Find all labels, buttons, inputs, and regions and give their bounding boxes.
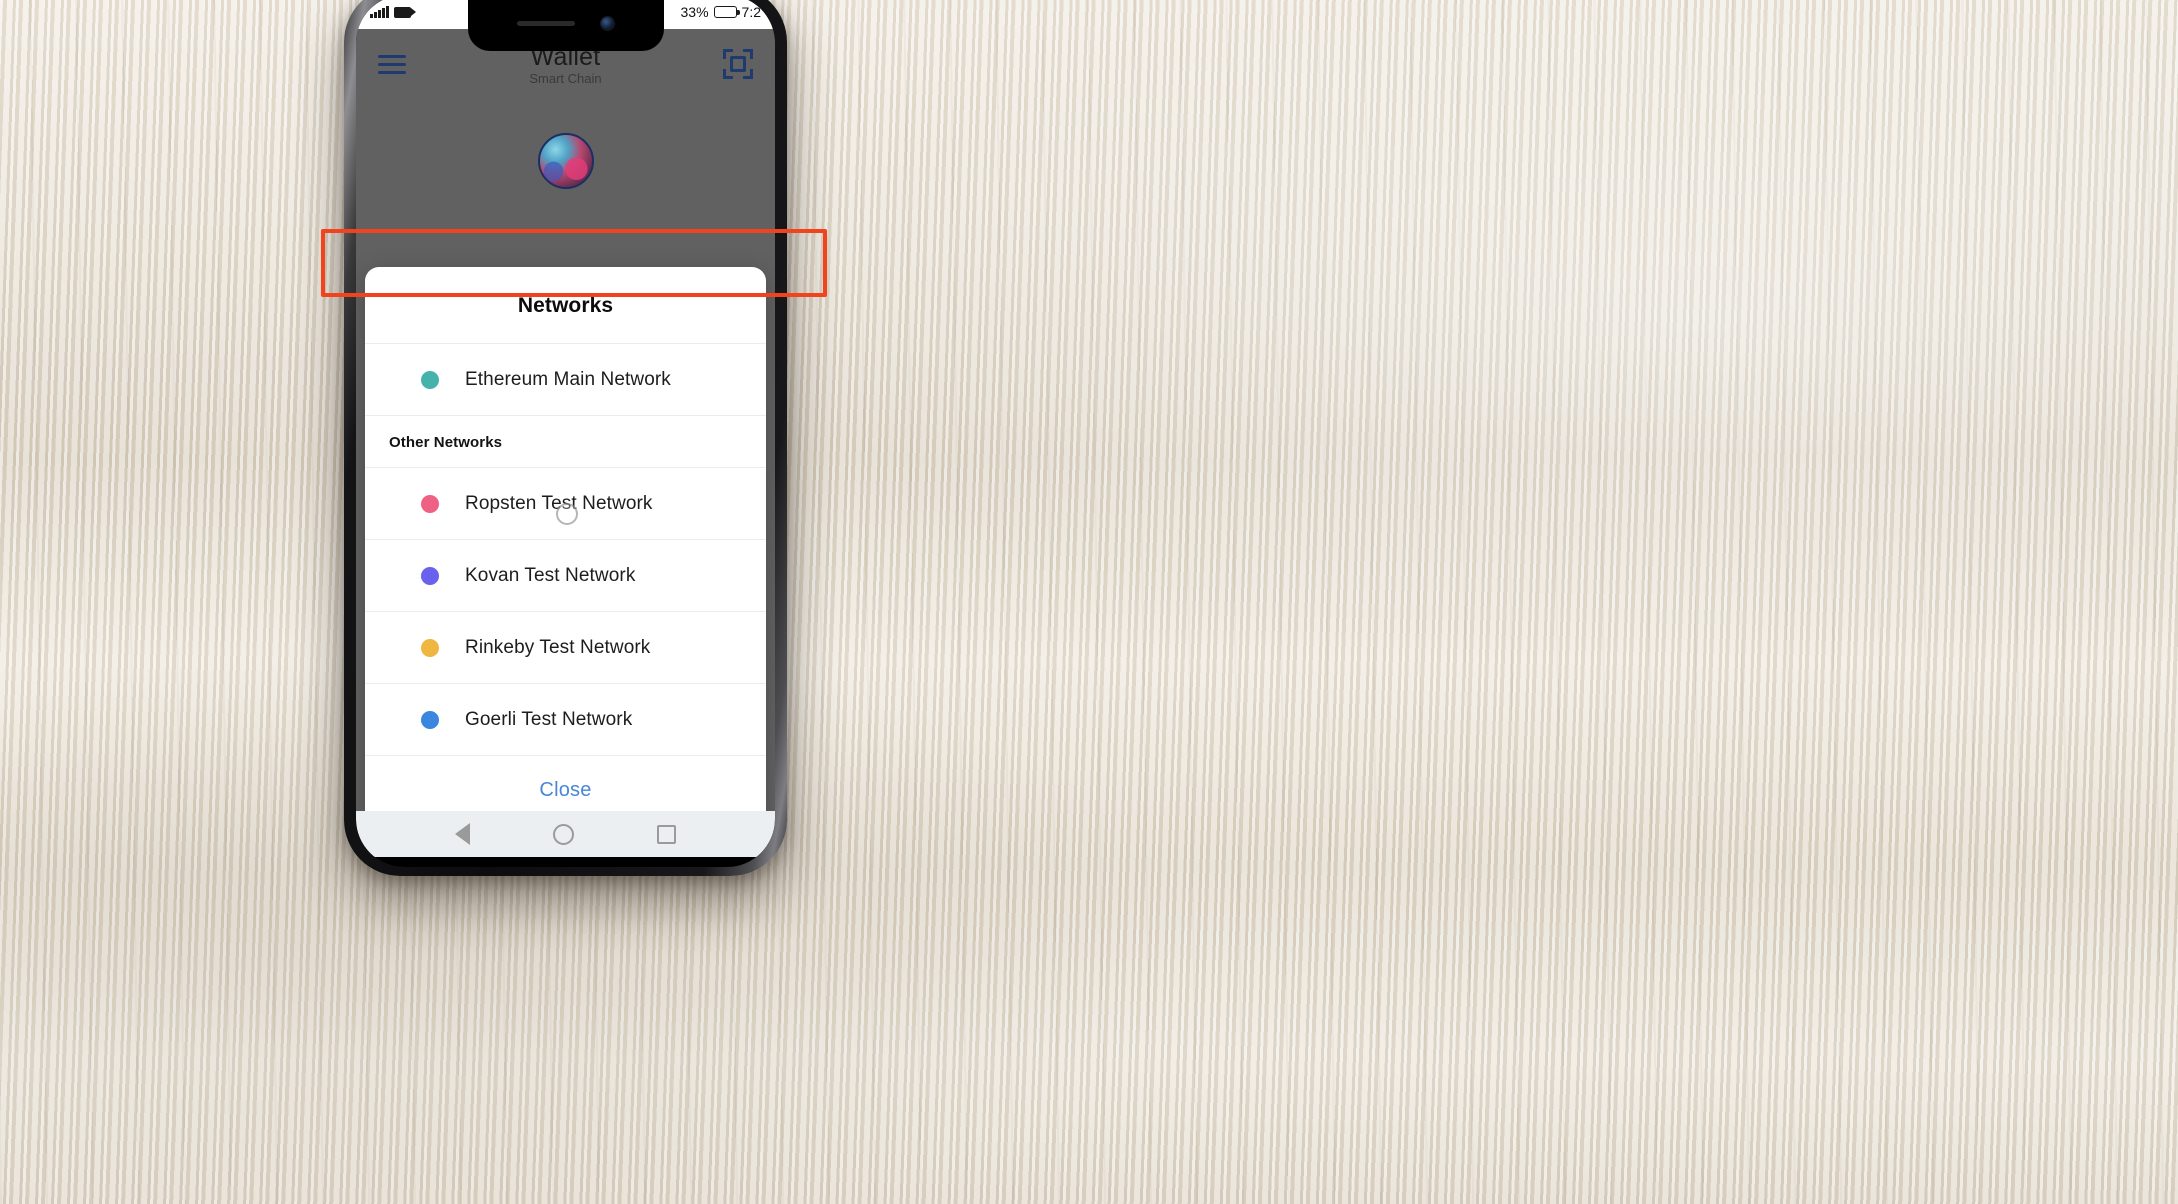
network-label: Ropsten Test Network (465, 492, 653, 514)
page-subtitle: Smart Chain (529, 70, 602, 86)
network-label: Rinkeby Test Network (465, 636, 651, 658)
network-label: Ethereum Main Network (465, 368, 671, 390)
section-header-other-networks: Other Networks (389, 434, 503, 451)
network-row-kovan[interactable]: Kovan Test Network (365, 540, 766, 611)
network-dot-icon (421, 370, 439, 389)
network-row-goerli[interactable]: Goerli Test Network (365, 684, 766, 755)
qr-scan-icon[interactable] (723, 49, 753, 79)
network-label: Goerli Test Network (465, 708, 633, 730)
video-camera-icon (393, 6, 416, 18)
network-label: Kovan Test Network (465, 564, 636, 586)
phone-screen-bezel: 33% 7:2 Wallet Smart Chain Networks Ethe… (356, 0, 775, 867)
square-recents-icon[interactable] (656, 824, 676, 844)
wallet-content-area: Networks Ethereum Main Network Other Net… (356, 99, 775, 811)
modal-title: Networks (517, 294, 614, 317)
screen-bottom-bezel (356, 857, 775, 867)
clock-label: 7:2 (741, 4, 761, 20)
signal-bars-icon (370, 6, 389, 18)
network-dot-icon (421, 566, 439, 585)
circle-home-icon[interactable] (552, 823, 574, 845)
network-dot-icon (421, 638, 439, 657)
android-nav-bar (356, 811, 775, 857)
earpiece-speaker (517, 20, 575, 26)
network-row-ethereum-main[interactable]: Ethereum Main Network (365, 344, 766, 415)
status-bar-right: 33% 7:2 (681, 4, 762, 20)
status-bar: 33% 7:2 (356, 0, 775, 51)
phone-device: 33% 7:2 Wallet Smart Chain Networks Ethe… (344, 0, 787, 876)
desk-background (0, 0, 2178, 1204)
phone-notch (467, 0, 664, 51)
network-dot-icon (421, 494, 439, 513)
close-button-label: Close (539, 778, 592, 801)
hamburger-menu-icon[interactable] (378, 54, 406, 74)
front-camera-icon (601, 16, 614, 30)
network-row-rinkeby[interactable]: Rinkeby Test Network (365, 612, 766, 683)
account-avatar-icon[interactable] (537, 133, 594, 189)
network-dot-icon (421, 710, 439, 729)
phone-screen: 33% 7:2 Wallet Smart Chain Networks Ethe… (356, 0, 775, 867)
status-bar-left (370, 6, 416, 18)
triangle-back-icon[interactable] (455, 823, 471, 845)
battery-icon (713, 6, 740, 18)
network-row-ropsten[interactable]: Ropsten Test Network (365, 468, 766, 539)
networks-modal: Networks Ethereum Main Network Other Net… (365, 267, 766, 811)
battery-percent-label: 33% (680, 4, 709, 20)
close-button[interactable]: Close (365, 756, 766, 811)
